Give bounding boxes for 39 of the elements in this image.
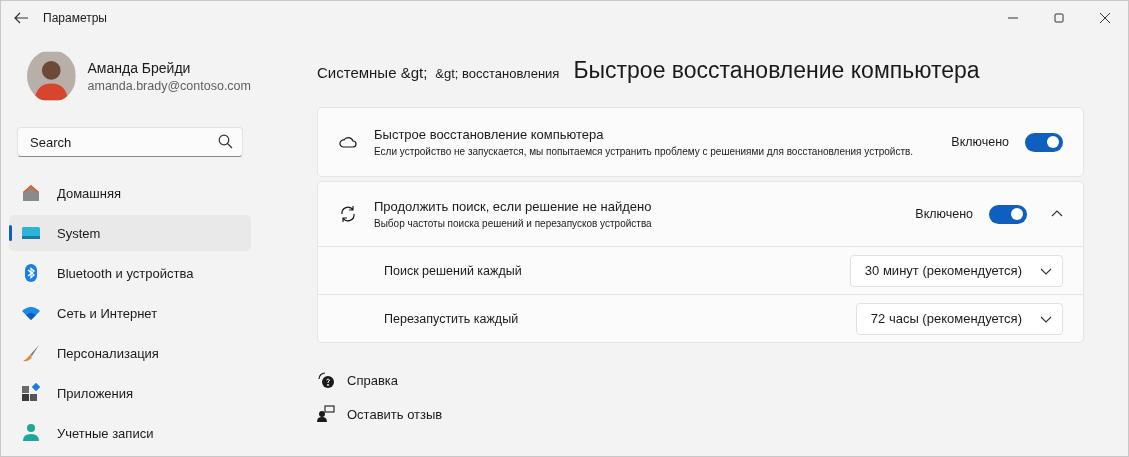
toggle-switch[interactable] xyxy=(989,204,1027,224)
sidebar-item[interactable]: Персонализация xyxy=(9,335,251,371)
toggle-label: Включено xyxy=(915,207,973,221)
close-icon[interactable] xyxy=(1100,13,1110,23)
breadcrumb-item[interactable]: Системные &gt; xyxy=(317,64,428,81)
toggle-label: Включено xyxy=(951,135,1009,149)
sidebar-item[interactable]: Домашняя xyxy=(9,175,251,211)
sync-icon xyxy=(338,204,358,224)
maximize-icon[interactable] xyxy=(1054,13,1064,23)
help-link[interactable]: Оставить отзыв xyxy=(347,406,443,422)
home-icon xyxy=(21,183,41,203)
setting-description: Выбор частоты поиска решений и перезапусков устройства xyxy=(374,218,653,229)
search-icon xyxy=(218,134,233,149)
breadcrumb-item[interactable]: &gt; восстановления xyxy=(435,66,560,81)
avatar xyxy=(27,50,76,102)
setting-label: Перезапустить каждый xyxy=(383,311,520,326)
setting-title: Быстрое восстановление компьютера xyxy=(374,127,605,142)
setting-title: Продолжить поиск, если решение не найдено xyxy=(374,199,653,214)
window-title: Параметры xyxy=(43,11,107,25)
dropdown[interactable]: 30 минут (рекомендуется) xyxy=(849,254,1063,287)
setting-description: Если устройство не запускается, мы попытаемся устранить проблему с решениями для восстановления устройств. xyxy=(374,146,915,157)
apps-icon xyxy=(21,383,41,403)
dropdown[interactable]: 72 часы (рекомендуется) xyxy=(855,302,1063,335)
user-name: Аманда Брейди xyxy=(87,59,192,76)
sidebar-item[interactable]: Сеть и Интернет xyxy=(9,295,251,331)
toggle-switch[interactable] xyxy=(1025,132,1063,152)
sidebar-item[interactable]: System xyxy=(9,215,251,251)
help-link[interactable]: Справка xyxy=(347,372,398,388)
help-icon xyxy=(317,371,335,389)
user-email: amanda.brady@contoso.com xyxy=(87,78,251,93)
person-icon xyxy=(21,423,41,443)
feedback-icon xyxy=(317,405,335,423)
sidebar-item[interactable]: Bluetooth и устройства xyxy=(9,255,251,291)
search-field[interactable]: Search xyxy=(17,127,243,157)
sidebar-item[interactable]: Учетные записи xyxy=(9,415,251,451)
sidebar-item[interactable]: Приложения xyxy=(9,375,251,411)
page-title: Быстрое восстановление компьютера xyxy=(573,57,980,84)
setting-label: Поиск решений каждый xyxy=(383,263,523,278)
back-icon[interactable] xyxy=(13,10,29,26)
